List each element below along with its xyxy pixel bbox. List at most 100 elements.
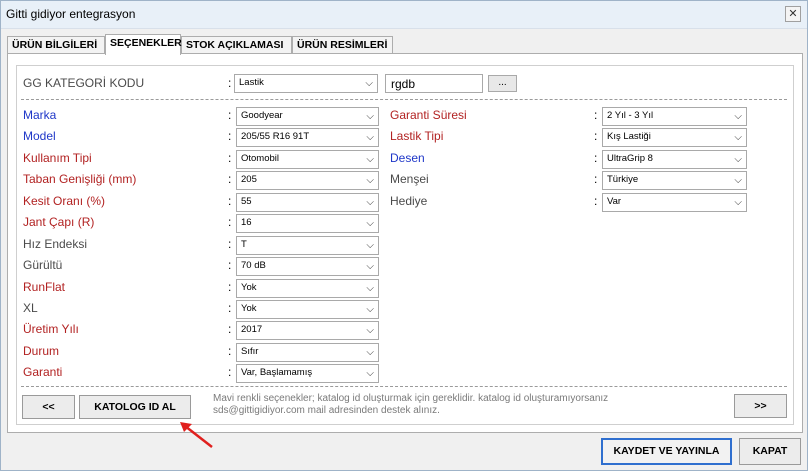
chevron-down-icon: ⌵ [366,325,374,336]
category-select[interactable]: Lastik ⌵ [234,74,378,93]
select-hediye-value: Var [607,196,622,207]
field-colon: : [228,129,232,143]
select-garanti[interactable]: Var, Başlamamış ⌵ [236,364,379,383]
select-xl-value: Yok [241,303,257,314]
select-lastik-tipi-value: Kış Lastiği [607,131,651,142]
select-mensei[interactable]: Türkiye ⌵ [602,171,747,190]
field-colon: : [228,215,232,229]
chevron-down-icon: ⌵ [366,283,374,294]
field-label-taban-genisligi: Taban Genişliği (mm) [23,172,137,186]
title-bar: Gitti gidiyor entegrasyon ✕ [1,1,807,29]
chevron-down-icon: ⌵ [366,132,374,143]
chevron-down-icon: ⌵ [734,132,742,143]
field-label-garanti: Garanti [23,365,63,379]
select-model-value: 205/55 R16 91T [241,131,310,142]
chevron-down-icon: ⌵ [734,154,742,165]
chevron-down-icon: ⌵ [366,347,374,358]
chevron-down-icon: ⌵ [366,197,374,208]
field-colon: : [228,322,232,336]
select-marka-value: Goodyear [241,110,283,121]
options-panel: GG KATEGORİ KODU : Lastik ⌵ rgdb ... Mar… [7,53,803,433]
field-label-hediye: Hediye [390,194,428,208]
integration-window: Gitti gidiyor entegrasyon ✕ ÜRÜN BİLGİLE… [0,0,808,471]
select-desen-value: UltraGrip 8 [607,153,653,164]
category-code-input[interactable]: rgdb [385,74,483,93]
select-hiz-endeksi[interactable]: T ⌵ [236,236,379,255]
select-jant-capi[interactable]: 16 ⌵ [236,214,379,233]
prev-button[interactable]: << [22,395,75,419]
field-label-desen: Desen [390,151,425,165]
select-model[interactable]: 205/55 R16 91T ⌵ [236,128,379,147]
category-select-value: Lastik [239,77,264,88]
chevron-down-icon: ⌵ [366,304,374,315]
select-xl[interactable]: Yok ⌵ [236,300,379,319]
select-kesit-orani[interactable]: 55 ⌵ [236,193,379,212]
field-label-mensei: Menşei [390,172,429,186]
select-runflat-value: Yok [241,282,257,293]
field-label-durum: Durum [23,344,60,358]
category-colon: : [228,76,232,90]
chevron-down-icon: ⌵ [366,240,374,251]
field-colon: : [228,301,232,315]
field-label-kullanim-tipi: Kullanım Tipi [23,151,92,165]
select-taban-genisligi[interactable]: 205 ⌵ [236,171,379,190]
select-gurultu[interactable]: 70 dB ⌵ [236,257,379,276]
catalog-id-button[interactable]: KATOLOG ID AL [79,395,191,419]
annotation-arrow-shaft [184,425,213,448]
field-colon: : [228,172,232,186]
chevron-down-icon: ⌵ [366,218,374,229]
category-browse-button[interactable]: ... [488,75,517,92]
chevron-down-icon: ⌵ [734,197,742,208]
select-marka[interactable]: Goodyear ⌵ [236,107,379,126]
select-lastik-tipi[interactable]: Kış Lastiği ⌵ [602,128,747,147]
options-group: GG KATEGORİ KODU : Lastik ⌵ rgdb ... Mar… [16,65,794,425]
save-publish-button[interactable]: KAYDET VE YAYINLA [601,438,732,465]
next-button[interactable]: >> [734,394,787,418]
select-hediye[interactable]: Var ⌵ [602,193,747,212]
close-window-icon[interactable]: ✕ [785,6,801,22]
select-garanti-value: Var, Başlamamış [241,367,313,378]
field-colon: : [594,172,598,186]
select-hiz-endeksi-value: T [241,239,247,250]
field-colon: : [228,108,232,122]
select-taban-genisligi-value: 205 [241,174,257,185]
select-uretim-yili[interactable]: 2017 ⌵ [236,321,379,340]
catalog-info-line1: Mavi renkli seçenekler; katalog id oluşt… [213,393,609,404]
category-label: GG KATEGORİ KODU [23,76,145,90]
tab-secenekler[interactable]: SEÇENEKLER [105,34,182,55]
window-title: Gitti gidiyor entegrasyon [6,7,136,21]
field-label-garanti-suresi: Garanti Süresi [390,108,467,122]
chevron-down-icon: ⌵ [366,368,374,379]
field-label-uretim-yili: Üretim Yılı [23,322,79,336]
field-colon: : [228,237,232,251]
field-colon: : [228,151,232,165]
tab-urun-resimleri[interactable]: ÜRÜN RESİMLERİ [292,36,393,54]
field-colon: : [228,258,232,272]
field-label-marka: Marka [23,108,57,122]
field-colon: : [594,194,598,208]
tab-stok-aciklamasi[interactable]: STOK AÇIKLAMASI [181,36,292,54]
close-button[interactable]: KAPAT [739,438,801,465]
select-durum[interactable]: Sıfır ⌵ [236,343,379,362]
tab-urun-bilgileri[interactable]: ÜRÜN BİLGİLERİ [7,36,105,54]
field-colon: : [594,129,598,143]
catalog-info-line2: sds@gittigidiyor.com mail adresinden des… [213,405,440,416]
field-colon: : [228,194,232,208]
select-garanti-suresi-value: 2 Yıl - 3 Yıl [607,110,654,121]
field-colon: : [228,365,232,379]
select-garanti-suresi[interactable]: 2 Yıl - 3 Yıl ⌵ [602,107,747,126]
field-label-gurultu: Gürültü [23,258,63,272]
select-kesit-orani-value: 55 [241,196,252,207]
select-runflat[interactable]: Yok ⌵ [236,279,379,298]
select-desen[interactable]: UltraGrip 8 ⌵ [602,150,747,169]
bottom-divider [21,386,787,387]
select-kullanim-tipi[interactable]: Otomobil ⌵ [236,150,379,169]
field-colon: : [594,108,598,122]
chevron-down-icon: ⌵ [734,111,742,122]
chevron-down-icon: ⌵ [366,175,374,186]
field-colon: : [228,280,232,294]
field-label-kesit-orani: Kesit Oranı (%) [23,194,106,208]
field-colon: : [594,151,598,165]
annotation-arrow-icon [180,422,213,448]
field-label-model: Model [23,129,56,143]
